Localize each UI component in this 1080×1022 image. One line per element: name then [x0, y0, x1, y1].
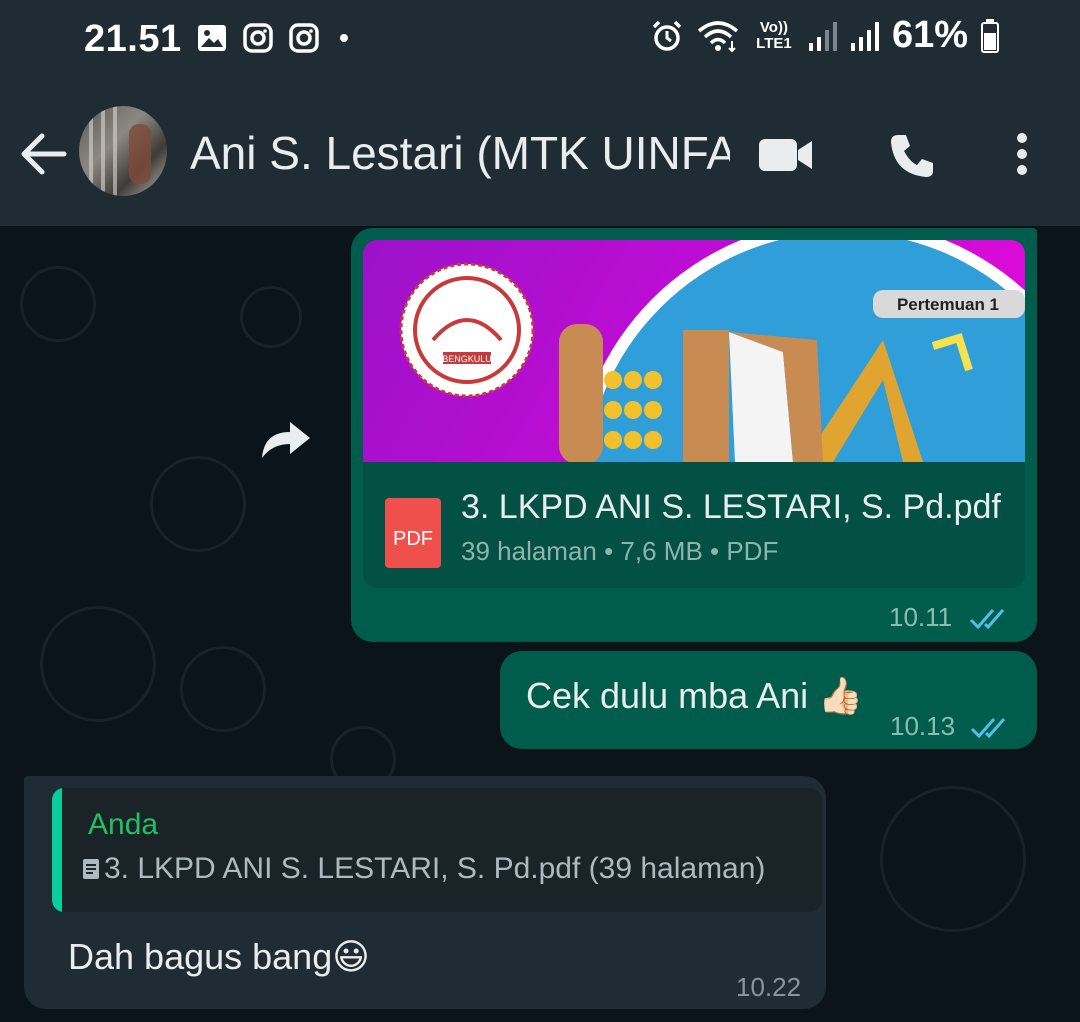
text-message-outgoing[interactable]: Cek dulu mba Ani 👍🏻 10.13 [500, 651, 1037, 749]
instagram-icon [289, 23, 319, 53]
message-text: Cek dulu mba Ani 👍🏻 [526, 675, 863, 716]
gallery-icon [198, 25, 226, 51]
text-message-incoming[interactable]: Anda 3. LKPD ANI S. LESTARI, S. Pd.pdf (… [24, 776, 826, 1009]
document-icon [83, 859, 99, 879]
message-time: 10.11 [889, 602, 953, 632]
document-cover-image: BENGKULU Pertemuan 1 [399, 240, 1025, 462]
quote-author: Anda [88, 808, 159, 841]
document-info[interactable]: PDF 3. LKPD ANI S. LESTARI, S. Pd.pdf 39… [363, 462, 1025, 588]
system-status: Vo)) LTE1 61% [650, 14, 1000, 57]
notification-icons [196, 22, 354, 54]
contact-name[interactable]: Ani S. Lestari (MTK UINFAS [190, 126, 730, 180]
document-filename: 3. LKPD ANI S. LESTARI, S. Pd.pdf [461, 488, 1001, 526]
forward-icon [262, 422, 310, 458]
chat-header: Ani S. Lestari (MTK UINFAS [0, 82, 1080, 226]
wifi-icon [697, 20, 739, 52]
status-bar: 21.51 Vo)) LTE1 61% [0, 0, 1080, 82]
more-notifications-dot-icon [340, 34, 348, 42]
quote-accent-bar [52, 788, 62, 912]
phone-icon[interactable] [888, 132, 936, 180]
message-time: 10.22 [736, 972, 802, 1002]
message-time: 10.13 [890, 711, 956, 741]
signal-icon [808, 21, 837, 51]
contact-avatar[interactable] [79, 106, 167, 196]
wallpaper-doodle [20, 266, 96, 342]
document-preview[interactable]: BENGKULU Pertemuan 1 [363, 240, 1025, 462]
back-arrow-icon[interactable] [20, 132, 68, 176]
chat-area[interactable]: BENGKULU Pertemuan 1 PDF 3. LKPD ANI S. … [0, 226, 1080, 1022]
message-text: Dah bagus bang😃 [68, 936, 370, 977]
wallpaper-doodle [40, 606, 156, 722]
instagram-icon [243, 23, 273, 53]
quote-text: 3. LKPD ANI S. LESTARI, S. Pd.pdf (39 ha… [82, 852, 765, 886]
read-ticks-icon [969, 609, 1005, 630]
logo-text: BENGKULU [442, 354, 492, 364]
status-time: 21.51 [84, 18, 182, 60]
battery-icon [981, 18, 999, 53]
forward-button[interactable] [254, 406, 320, 472]
read-ticks-icon [970, 718, 1006, 739]
wallpaper-doodle [150, 456, 246, 552]
document-meta: 39 halaman • 7,6 MB • PDF [461, 536, 779, 566]
quote-text-value: 3. LKPD ANI S. LESTARI, S. Pd.pdf (39 ha… [104, 852, 766, 885]
document-message[interactable]: BENGKULU Pertemuan 1 PDF 3. LKPD ANI S. … [351, 228, 1037, 642]
wallpaper-doodle [240, 286, 302, 348]
quoted-message[interactable]: Anda 3. LKPD ANI S. LESTARI, S. Pd.pdf (… [52, 788, 822, 912]
network-type: Vo)) LTE1 [756, 18, 792, 52]
signal-icon [850, 21, 879, 51]
preview-badge: Pertemuan 1 [897, 295, 999, 314]
pdf-file-icon: PDF [385, 498, 441, 568]
wallpaper-doodle [880, 786, 1026, 932]
more-options-icon[interactable] [1010, 130, 1034, 178]
battery-percent: 61% [891, 14, 968, 56]
wallpaper-doodle [180, 646, 266, 732]
alarm-icon [652, 20, 682, 51]
video-call-icon[interactable] [758, 136, 814, 174]
